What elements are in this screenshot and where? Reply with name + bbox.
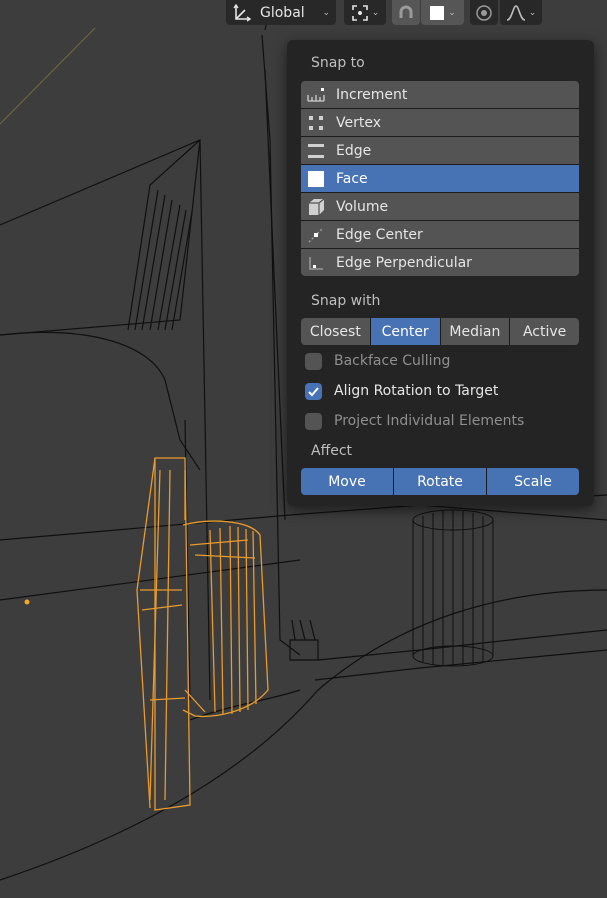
snap-to-list: Increment Vertex Edge Face Volume Edge C… xyxy=(301,81,579,276)
backface-culling-label: Backface Culling xyxy=(334,353,451,369)
chevron-down-icon: ⌄ xyxy=(448,7,456,18)
edge-icon xyxy=(307,142,325,160)
align-rotation-option[interactable]: Align Rotation to Target xyxy=(305,381,498,401)
snap-to-edge-perpendicular[interactable]: Edge Perpendicular xyxy=(301,249,579,276)
snap-to-edge-center[interactable]: Edge Center xyxy=(301,221,579,248)
vertex-icon xyxy=(307,114,325,132)
snap-to-edge[interactable]: Edge xyxy=(301,137,579,164)
orientation-axes-icon xyxy=(232,3,252,23)
transform-orientation-dropdown[interactable]: Global ⌄ xyxy=(226,0,336,25)
chevron-down-icon: ⌄ xyxy=(322,7,330,18)
face-icon xyxy=(307,170,325,188)
snap-to-label: Increment xyxy=(336,86,408,103)
pivot-icon xyxy=(351,4,369,22)
snap-to-label: Edge Perpendicular xyxy=(336,254,472,271)
magnet-icon xyxy=(396,3,416,23)
snap-to-increment[interactable]: Increment xyxy=(301,81,579,108)
orientation-label: Global xyxy=(260,4,305,21)
snap-with-center[interactable]: Center xyxy=(370,318,440,345)
snap-with-median[interactable]: Median xyxy=(440,318,510,345)
align-rotation-checkbox[interactable] xyxy=(305,382,322,400)
backface-culling-option[interactable]: Backface Culling xyxy=(305,351,450,371)
snap-to-label: Volume xyxy=(336,198,389,215)
snap-to-label: Edge Center xyxy=(336,226,423,243)
affect-title: Affect xyxy=(311,443,353,459)
smooth-falloff-icon xyxy=(506,4,526,22)
snap-to-label: Face xyxy=(336,170,368,187)
snap-to-title: Snap to xyxy=(311,55,365,71)
align-rotation-label: Align Rotation to Target xyxy=(334,383,499,399)
snap-element-dropdown[interactable]: ⌄ xyxy=(421,0,464,25)
affect-scale[interactable]: Scale xyxy=(487,468,579,495)
snap-with-active[interactable]: Active xyxy=(510,318,579,345)
backface-culling-checkbox[interactable] xyxy=(305,352,322,370)
proportional-editing-toggle[interactable] xyxy=(470,0,498,25)
snap-to-label: Edge xyxy=(336,142,372,159)
project-individual-checkbox[interactable] xyxy=(305,412,322,430)
increment-icon xyxy=(307,86,325,104)
project-individual-label: Project Individual Elements xyxy=(334,413,525,429)
snap-with-title: Snap with xyxy=(311,293,381,309)
snap-toggle[interactable] xyxy=(392,0,420,25)
snap-with-closest[interactable]: Closest xyxy=(301,318,370,345)
snapping-popover: Snap to Increment Vertex Edge Face Volum… xyxy=(287,40,594,506)
object-origin-dot xyxy=(24,599,30,605)
snap-to-face[interactable]: Face xyxy=(301,165,579,192)
chevron-down-icon: ⌄ xyxy=(371,7,380,18)
affect-selector: Move Rotate Scale xyxy=(301,468,579,495)
pivot-point-dropdown[interactable]: ⌄ xyxy=(344,0,386,25)
snap-to-label: Vertex xyxy=(336,114,382,131)
affect-move[interactable]: Move xyxy=(301,468,393,495)
edge-center-icon xyxy=(307,226,325,244)
checkmark-icon xyxy=(308,386,319,396)
face-icon xyxy=(429,5,445,21)
snap-to-vertex[interactable]: Vertex xyxy=(301,109,579,136)
edge-perpendicular-icon xyxy=(307,254,325,272)
falloff-dropdown[interactable]: ⌄ xyxy=(500,0,542,25)
proportional-editing-icon xyxy=(474,3,494,23)
project-individual-option[interactable]: Project Individual Elements xyxy=(305,411,524,431)
snap-to-volume[interactable]: Volume xyxy=(301,193,579,220)
volume-icon xyxy=(307,198,325,216)
snap-with-selector: Closest Center Median Active xyxy=(301,318,579,345)
chevron-down-icon: ⌄ xyxy=(528,7,537,18)
affect-rotate[interactable]: Rotate xyxy=(394,468,486,495)
